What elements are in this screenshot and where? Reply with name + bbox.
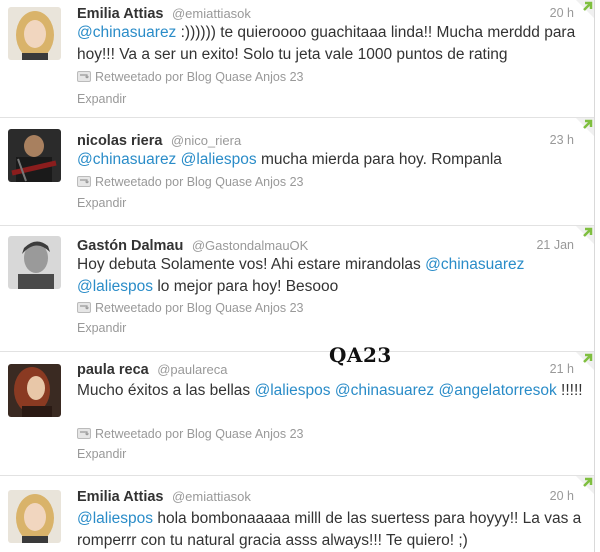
- tweet-text-segment: Hoy debuta Solamente vos! Ahi estare mir…: [77, 256, 426, 273]
- avatar[interactable]: [8, 364, 61, 417]
- tweet-author-name[interactable]: Emilia Attias: [77, 6, 164, 22]
- tweet-text-segment: !!!!!: [556, 382, 583, 399]
- tweet-item[interactable]: Gastón Dalmau @GastondalmauOK 21 Jan Hoy…: [0, 226, 594, 352]
- tweet-item[interactable]: Emilia Attias @emiattiasok 20 h @laliesp…: [0, 476, 594, 552]
- tweet-item[interactable]: paula reca @paulareca 21 h Mucho éxitos …: [0, 352, 594, 476]
- tweet-item[interactable]: nicolas riera @nico_riera 23 h @chinasua…: [0, 118, 594, 226]
- tweet-text-segment: lo mejor para hoy! Besooo: [153, 278, 339, 295]
- avatar[interactable]: [8, 490, 61, 543]
- retweet-icon: [77, 302, 91, 313]
- tweet-text: Mucho éxitos a las bellas @laliespos @ch…: [77, 380, 589, 402]
- man-guitar-avatar-image: [8, 129, 61, 182]
- mention-link[interactable]: @laliespos: [254, 382, 330, 399]
- retweet-icon: [77, 428, 91, 439]
- man-bw-avatar-image: [8, 236, 61, 289]
- watermark-text: QA23: [329, 343, 392, 367]
- retweet-icon: [77, 71, 91, 82]
- mention-link[interactable]: @laliespos: [181, 151, 257, 168]
- woman-blonde-avatar-image: [8, 490, 61, 543]
- tweet-author-name[interactable]: nicolas riera: [77, 133, 162, 149]
- retweet-label: Retweetado por Blog Quase Anjos 23: [95, 70, 304, 84]
- tweet-timestamp[interactable]: 20 h: [550, 6, 574, 20]
- mention-link[interactable]: @laliespos: [77, 278, 153, 295]
- tweet-text: Hoy debuta Solamente vos! Ahi estare mir…: [77, 254, 589, 298]
- tweet-author-handle[interactable]: @GastondalmauOK: [192, 238, 309, 253]
- tweet-text-segment: mucha mierda para hoy. Rompanla: [256, 151, 502, 168]
- tweet-author-handle[interactable]: @emiattiasok: [172, 489, 251, 504]
- tweet-author-name[interactable]: Emilia Attias: [77, 489, 164, 505]
- tweet-author-handle[interactable]: @emiattiasok: [172, 6, 251, 21]
- tweet-timestamp[interactable]: 21 h: [550, 362, 574, 376]
- tweet-text: @laliespos hola bombonaaaaa milll de las…: [77, 508, 589, 552]
- retweet-indicator: Retweetado por Blog Quase Anjos 23: [77, 70, 303, 84]
- mention-link[interactable]: @chinasuarez: [335, 382, 434, 399]
- avatar[interactable]: [8, 7, 61, 60]
- tweet-timestamp[interactable]: 21 Jan: [536, 238, 574, 252]
- retweet-label: Retweetado por Blog Quase Anjos 23: [95, 301, 304, 315]
- expand-link[interactable]: Expandir: [77, 92, 126, 106]
- retweet-corner-icon: [576, 226, 594, 244]
- mention-link[interactable]: @laliespos: [77, 510, 153, 527]
- tweet-text: @chinasuarez @laliespos mucha mierda par…: [77, 149, 589, 171]
- mention-link[interactable]: @chinasuarez: [77, 24, 176, 41]
- tweet-author-handle[interactable]: @paulareca: [157, 362, 227, 377]
- tweet-timeline: Emilia Attias @emiattiasok 20 h @chinasu…: [0, 0, 595, 552]
- retweet-corner-icon: [576, 118, 594, 136]
- retweet-indicator: Retweetado por Blog Quase Anjos 23: [77, 301, 303, 315]
- expand-link[interactable]: Expandir: [77, 196, 126, 210]
- mention-link[interactable]: @chinasuarez: [425, 256, 524, 273]
- tweet-author-name[interactable]: paula reca: [77, 362, 149, 378]
- woman-blonde-avatar-image: [8, 7, 61, 60]
- retweet-label: Retweetado por Blog Quase Anjos 23: [95, 427, 304, 441]
- retweet-corner-icon: [576, 476, 594, 494]
- tweet-text-segment: Mucho éxitos a las bellas: [77, 382, 255, 399]
- retweet-corner-icon: [576, 0, 594, 18]
- retweet-icon: [77, 176, 91, 187]
- avatar[interactable]: [8, 236, 61, 289]
- avatar[interactable]: [8, 129, 61, 182]
- expand-link[interactable]: Expandir: [77, 321, 126, 335]
- tweet-timestamp[interactable]: 20 h: [550, 489, 574, 503]
- expand-link[interactable]: Expandir: [77, 447, 126, 461]
- retweet-indicator: Retweetado por Blog Quase Anjos 23: [77, 427, 303, 441]
- retweet-corner-icon: [576, 352, 594, 370]
- mention-link[interactable]: @chinasuarez: [77, 151, 176, 168]
- woman-redhair-avatar-image: [8, 364, 61, 417]
- retweet-label: Retweetado por Blog Quase Anjos 23: [95, 175, 304, 189]
- tweet-text-segment: hola bombonaaaaa milll de las suertess p…: [77, 510, 582, 549]
- mention-link[interactable]: @angelatorresok: [438, 382, 556, 399]
- tweet-text: @chinasuarez :)))))) te quieroooo guachi…: [77, 22, 589, 66]
- tweet-timestamp[interactable]: 23 h: [550, 133, 574, 147]
- tweet-author-name[interactable]: Gastón Dalmau: [77, 238, 183, 254]
- tweet-item[interactable]: Emilia Attias @emiattiasok 20 h @chinasu…: [0, 0, 594, 118]
- tweet-author-handle[interactable]: @nico_riera: [171, 133, 241, 148]
- retweet-indicator: Retweetado por Blog Quase Anjos 23: [77, 175, 303, 189]
